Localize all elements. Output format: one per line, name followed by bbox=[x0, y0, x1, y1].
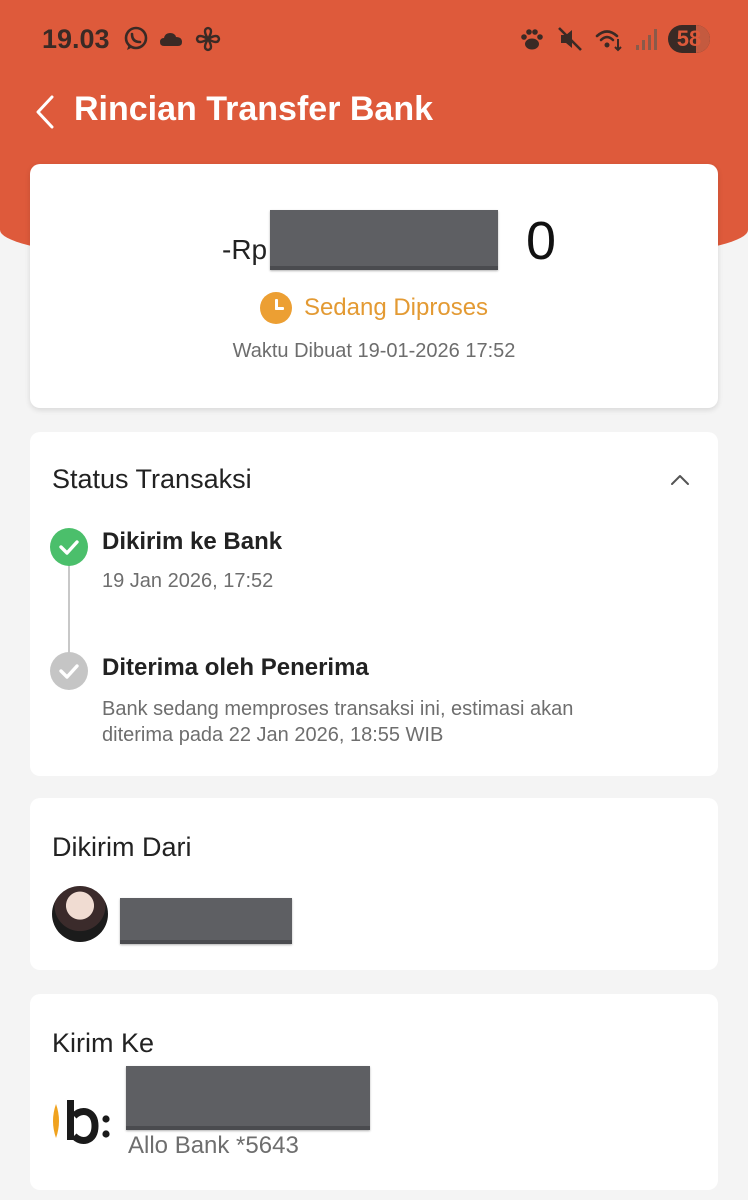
status-bar: 19.03 58 bbox=[0, 0, 748, 78]
status-time: 19.03 bbox=[42, 24, 110, 54]
amount-summary-card: -Rp 0 Sedang Diproses Waktu Dibuat 19-01… bbox=[30, 164, 718, 408]
redacted-amount bbox=[270, 210, 498, 270]
transaction-status-card: Status Transaksi Dikirim ke Bank 19 Jan … bbox=[30, 432, 718, 776]
step-time-sent: 19 Jan 2026, 17:52 bbox=[102, 570, 274, 592]
allo-bank-logo-icon bbox=[53, 1100, 110, 1144]
battery-level: 58 bbox=[676, 26, 702, 51]
pinwheel-icon bbox=[195, 26, 221, 52]
status-left-icons bbox=[122, 24, 222, 54]
recipient-section-title: Kirim Ke bbox=[52, 1028, 155, 1058]
amount-visible-digit: 0 bbox=[526, 211, 557, 271]
redacted-sender-name bbox=[120, 898, 292, 944]
app-header: Rincian Transfer Bank bbox=[0, 80, 748, 144]
step-desc-line1: Bank sedang memproses transaksi ini, est… bbox=[102, 698, 574, 720]
paw-icon bbox=[521, 29, 543, 50]
bank-account: Allo Bank *5643 bbox=[128, 1132, 299, 1159]
step-desc-line2: diterima pada 22 Jan 2026, 18:55 WIB bbox=[102, 724, 444, 746]
redacted-recipient-name bbox=[126, 1066, 370, 1130]
timeline-connector bbox=[68, 564, 70, 660]
sender-section-title: Dikirim Dari bbox=[52, 832, 192, 862]
cloud-icon bbox=[160, 33, 182, 46]
sender-card: Dikirim Dari bbox=[30, 798, 718, 970]
mute-icon bbox=[558, 27, 582, 51]
step-title-received: Diterima oleh Penerima bbox=[102, 654, 369, 681]
amount-row: -Rp 0 bbox=[30, 206, 718, 276]
collapse-toggle[interactable] bbox=[668, 470, 692, 490]
status-section-title: Status Transaksi bbox=[52, 464, 252, 494]
recipient-card: Kirim Ke Allo Bank *5643 bbox=[30, 994, 718, 1190]
amount-currency: -Rp bbox=[222, 234, 268, 265]
created-time: Waktu Dibuat 19-01-2026 17:52 bbox=[232, 340, 516, 362]
clock-icon bbox=[259, 292, 292, 324]
chevron-up-icon bbox=[671, 475, 689, 485]
avatar bbox=[52, 886, 108, 942]
back-button[interactable] bbox=[30, 94, 60, 130]
transaction-status-line: Sedang Diproses bbox=[30, 290, 718, 326]
status-right-icons: 58 bbox=[518, 24, 710, 54]
whatsapp-icon bbox=[124, 26, 148, 50]
step-title-sent: Dikirim ke Bank bbox=[102, 528, 283, 555]
wifi-icon bbox=[595, 30, 622, 52]
signal-icon bbox=[636, 29, 657, 50]
status-label: Sedang Diproses bbox=[303, 294, 489, 321]
check-done-icon bbox=[50, 528, 88, 566]
page-title: Rincian Transfer Bank bbox=[74, 90, 434, 128]
battery-icon: 58 bbox=[668, 25, 710, 53]
check-pending-icon bbox=[50, 652, 88, 690]
chevron-left-icon bbox=[36, 95, 54, 129]
